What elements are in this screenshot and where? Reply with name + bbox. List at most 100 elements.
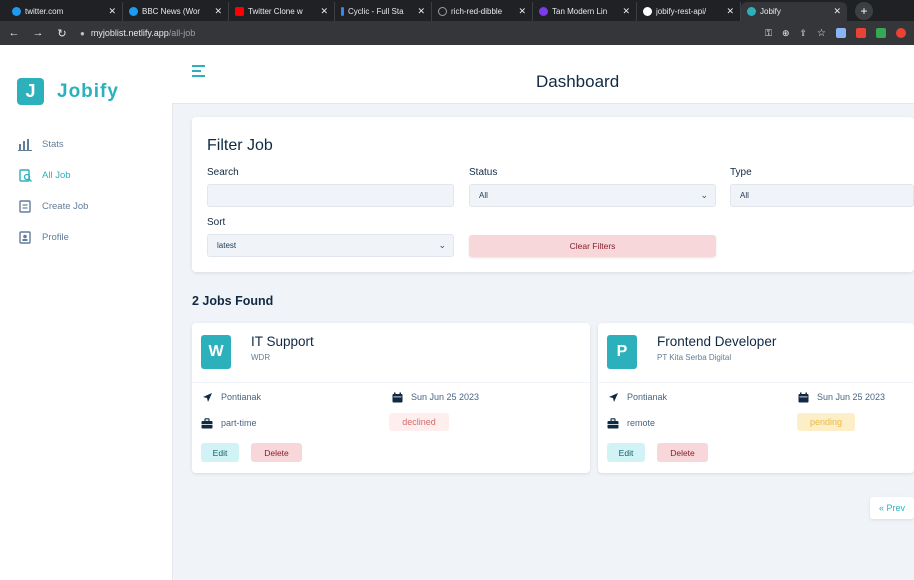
company-avatar: P: [607, 335, 637, 369]
youtube-icon: [235, 7, 244, 16]
location-arrow-icon: [201, 391, 213, 403]
tab-title: Tan Modern Lin: [552, 7, 608, 16]
chevron-down-icon: ⌄: [438, 240, 446, 250]
new-tab-button[interactable]: +: [855, 2, 873, 20]
job-location: Pontianak: [607, 391, 667, 403]
address-bar[interactable]: ● myjoblist.netlify.app/all-job: [80, 28, 753, 38]
job-location-text: Pontianak: [627, 392, 668, 402]
filter-title: Filter Job: [207, 137, 273, 154]
cyclic-icon: [341, 7, 344, 16]
sidebar-item-create-job[interactable]: Create Job: [18, 191, 88, 222]
logo-mark: J: [17, 78, 44, 105]
job-company: PT Kita Serba Digital: [657, 353, 732, 362]
sidebar: J Jobify Stats All Job Create Job Profil…: [0, 45, 172, 580]
browser-tab[interactable]: Cyclic - Full Sta ✕: [335, 2, 432, 21]
browser-tab-bar: twitter.com ✕ BBC News (Wor ✕ Twitter Cl…: [0, 0, 914, 21]
clear-filters-button[interactable]: Clear Filters: [469, 235, 716, 257]
close-icon[interactable]: ✕: [829, 6, 841, 17]
browser-tab[interactable]: Tan Modern Lin ✕: [533, 2, 637, 21]
job-header: W IT Support WDR: [192, 323, 590, 383]
delete-button[interactable]: Delete: [657, 443, 708, 462]
twitter-icon: [129, 7, 138, 16]
sidebar-item-stats[interactable]: Stats: [18, 129, 88, 160]
menu-toggle-icon[interactable]: [192, 65, 205, 77]
tab-title: Cyclic - Full Sta: [348, 7, 404, 16]
job-type: part-time: [201, 417, 257, 429]
close-icon[interactable]: ✕: [413, 6, 425, 17]
status-select-value: All: [479, 191, 488, 200]
extension-icon[interactable]: [856, 28, 866, 38]
tab-title: jobify-rest-api/: [656, 7, 707, 16]
browser-tab[interactable]: twitter.com ✕: [6, 2, 123, 21]
reload-icon[interactable]: ↻: [56, 27, 68, 40]
sort-select[interactable]: latest ⌄: [207, 234, 454, 257]
tab-title: twitter.com: [25, 7, 64, 16]
job-date: Sun Jun 25 2023: [797, 391, 885, 403]
browser-tab-active[interactable]: Jobify ✕: [741, 2, 847, 21]
close-icon[interactable]: ✕: [618, 6, 630, 17]
install-icon[interactable]: ⊕: [782, 28, 790, 39]
logo-text: Jobify: [57, 80, 119, 102]
browser-tab[interactable]: rich-red-dibble ✕: [432, 2, 533, 21]
close-icon[interactable]: ✕: [210, 6, 222, 17]
extension-icon[interactable]: [876, 28, 886, 38]
url-path: /all-job: [168, 28, 196, 38]
sidebar-item-all-job[interactable]: All Job: [18, 160, 88, 191]
jobify-icon: [747, 7, 756, 16]
close-icon[interactable]: ✕: [722, 6, 734, 17]
close-icon[interactable]: ✕: [316, 6, 328, 17]
stats-icon: [18, 138, 32, 152]
edit-button[interactable]: Edit: [201, 443, 239, 462]
key-icon[interactable]: ⚿: [765, 28, 772, 39]
browser-toolbar: ← → ↻ ● myjoblist.netlify.app/all-job ⚿ …: [0, 21, 914, 45]
forward-icon[interactable]: →: [32, 27, 44, 39]
briefcase-icon: [201, 417, 213, 429]
status-label: Status: [469, 167, 498, 178]
browser-tab[interactable]: BBC News (Wor ✕: [123, 2, 229, 21]
search-input[interactable]: [207, 184, 454, 207]
job-card: P Frontend Developer PT Kita Serba Digit…: [598, 323, 914, 473]
sidebar-item-profile[interactable]: Profile: [18, 222, 88, 253]
sort-select-value: latest: [217, 241, 237, 250]
twitter-icon: [12, 7, 21, 16]
back-icon[interactable]: ←: [8, 27, 20, 39]
job-type-text: part-time: [221, 418, 257, 428]
status-badge: declined: [389, 413, 449, 431]
job-position: Frontend Developer: [657, 334, 777, 349]
github-icon: [643, 7, 652, 16]
tab-title: Twitter Clone w: [248, 7, 303, 16]
type-select[interactable]: All: [730, 184, 914, 207]
job-date: Sun Jun 25 2023: [391, 391, 479, 403]
create-job-icon: [18, 200, 32, 214]
share-icon[interactable]: ⇪: [799, 28, 807, 39]
star-icon[interactable]: ☆: [817, 28, 826, 39]
logo[interactable]: J Jobify: [17, 78, 119, 105]
job-card: W IT Support WDR Pontianak Sun Jun 25 20…: [192, 323, 590, 473]
browser-tab[interactable]: jobify-rest-api/ ✕: [637, 2, 741, 21]
url-host: myjoblist.netlify.app: [90, 28, 169, 38]
job-location: Pontianak: [201, 391, 261, 403]
profile-icon: [18, 231, 32, 245]
briefcase-icon: [607, 417, 619, 429]
top-navbar: Dashboard: [172, 45, 914, 103]
page-title: Dashboard: [536, 72, 620, 91]
jobs-count: 2 Jobs Found: [192, 294, 274, 308]
job-date-text: Sun Jun 25 2023: [817, 392, 886, 402]
job-type-text: remote: [627, 418, 656, 428]
lock-icon: ●: [80, 28, 85, 38]
extension-icon[interactable]: [836, 28, 846, 38]
edit-button[interactable]: Edit: [607, 443, 645, 462]
job-header: P Frontend Developer PT Kita Serba Digit…: [598, 323, 914, 383]
delete-button[interactable]: Delete: [251, 443, 302, 462]
status-select[interactable]: All ⌄: [469, 184, 716, 207]
extension-icon[interactable]: [896, 28, 906, 38]
close-icon[interactable]: ✕: [514, 6, 526, 17]
sidebar-item-label: All Job: [42, 170, 71, 181]
pagination-prev-button[interactable]: « Prev: [870, 497, 914, 519]
all-jobs-icon: [18, 169, 32, 183]
close-icon[interactable]: ✕: [104, 6, 116, 17]
browser-tab[interactable]: Twitter Clone w ✕: [229, 2, 335, 21]
sidebar-item-label: Create Job: [42, 201, 89, 212]
sidebar-item-label: Stats: [42, 139, 64, 150]
location-arrow-icon: [607, 391, 619, 403]
